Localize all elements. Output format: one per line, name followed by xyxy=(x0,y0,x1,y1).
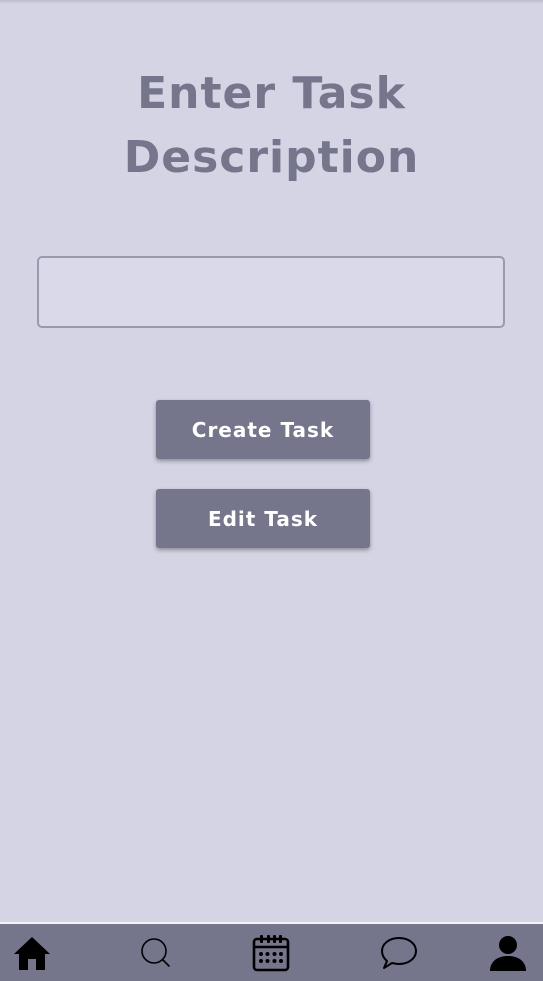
nav-search-button[interactable] xyxy=(124,924,188,981)
edit-task-button[interactable]: Edit Task xyxy=(156,489,370,548)
chat-icon xyxy=(379,934,419,972)
nav-home-button[interactable] xyxy=(0,924,64,981)
top-edge-shadow xyxy=(0,0,543,4)
home-icon xyxy=(12,934,52,972)
nav-chat-button[interactable] xyxy=(367,924,431,981)
profile-icon xyxy=(488,933,528,973)
nav-profile-button[interactable] xyxy=(476,924,540,981)
create-task-button[interactable]: Create Task xyxy=(156,400,370,459)
bottom-navigation-bar xyxy=(0,922,543,981)
calendar-icon xyxy=(251,933,291,973)
nav-calendar-button[interactable] xyxy=(239,924,303,981)
page-title-line-1: Enter Task xyxy=(137,68,406,119)
task-description-input[interactable] xyxy=(37,256,505,328)
page-title: Enter Task Description xyxy=(0,62,543,190)
search-icon xyxy=(139,936,173,970)
page-title-line-2: Description xyxy=(123,132,420,183)
app-screen: Enter Task Description Create Task Edit … xyxy=(0,0,543,981)
